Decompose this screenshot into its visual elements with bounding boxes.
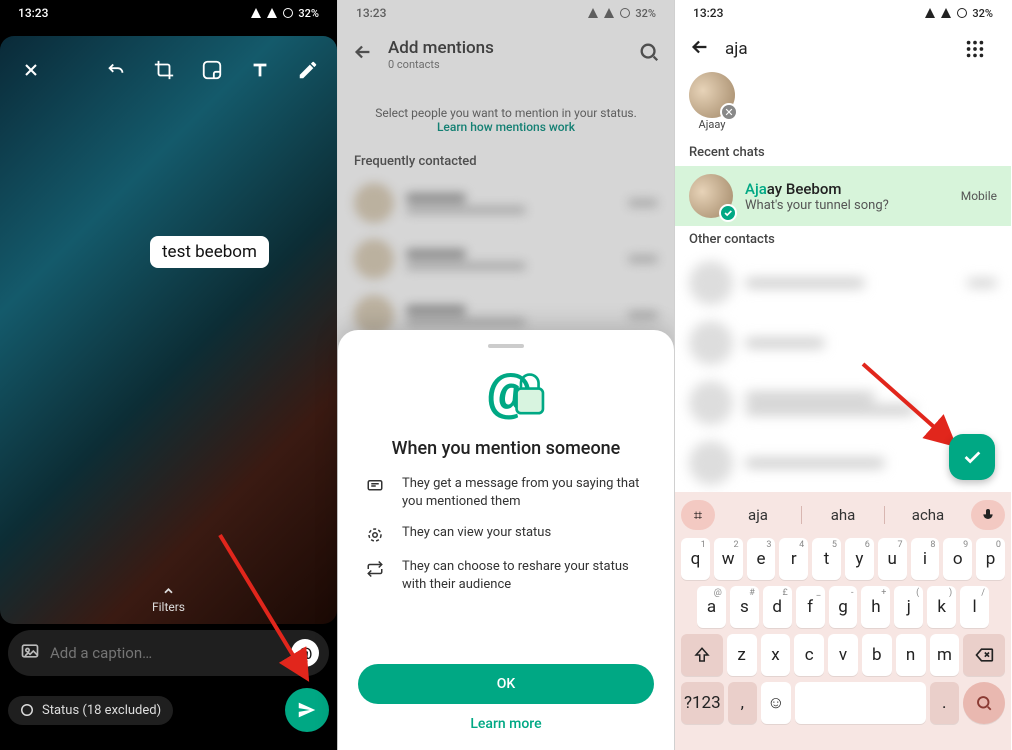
key-d[interactable]: d£ <box>763 586 792 628</box>
contact-row[interactable] <box>675 253 1011 313</box>
key-r[interactable]: r4 <box>779 538 808 580</box>
filters-handle[interactable]: Filters <box>152 584 185 614</box>
ok-button[interactable]: OK <box>358 664 654 704</box>
suggestion-chip[interactable]: acha <box>887 506 969 524</box>
draw-icon[interactable] <box>293 55 323 85</box>
suggestion-chip[interactable]: aja <box>717 506 799 524</box>
status-photo-preview: test beebom Filters <box>0 36 337 624</box>
numeric-key[interactable]: ?123 <box>681 682 724 724</box>
mention-button[interactable]: @ <box>291 639 319 667</box>
dialpad-icon[interactable] <box>961 34 989 64</box>
selected-contact-chip[interactable]: ✕ Ajaay <box>689 72 735 131</box>
message-icon <box>364 475 386 510</box>
keyboard-search-key[interactable] <box>963 682 1005 724</box>
undo-icon[interactable] <box>101 55 131 85</box>
key-l[interactable]: l/ <box>960 586 989 628</box>
key-c[interactable]: c <box>794 634 824 676</box>
key-a[interactable]: a@ <box>697 586 726 628</box>
backspace-key[interactable] <box>963 634 1005 676</box>
shift-key[interactable] <box>681 634 723 676</box>
status-icons: 32% <box>250 7 319 20</box>
mention-lock-icon: @ <box>358 362 654 424</box>
status-view-icon <box>364 524 386 544</box>
status-bar: 13:23 32% <box>0 0 337 26</box>
key-g[interactable]: g- <box>829 586 858 628</box>
soft-keyboard: ⌗ aja aha acha q1w2e3r4t5y6u7i8o9p0 a@s#… <box>675 492 1011 750</box>
comma-key[interactable]: , <box>728 682 757 724</box>
sticker-icon[interactable] <box>197 55 227 85</box>
key-p[interactable]: p0 <box>976 538 1005 580</box>
key-y[interactable]: y6 <box>845 538 874 580</box>
space-key[interactable] <box>795 682 926 724</box>
caption-input[interactable] <box>50 644 281 662</box>
key-x[interactable]: x <box>761 634 791 676</box>
learn-more-link[interactable]: Learn more <box>358 716 654 732</box>
status-bar: 13:23 32% <box>675 0 1011 26</box>
key-s[interactable]: s# <box>730 586 759 628</box>
key-h[interactable]: h+ <box>861 586 890 628</box>
key-j[interactable]: j( <box>894 586 923 628</box>
key-z[interactable]: z <box>727 634 757 676</box>
mention-info-sheet: @ When you mention someone They get a me… <box>338 330 674 750</box>
contact-row[interactable] <box>675 313 1011 373</box>
caption-bar: @ <box>8 630 329 676</box>
text-sticker[interactable]: test beebom <box>150 236 269 268</box>
crop-rotate-icon[interactable] <box>149 55 179 85</box>
send-button[interactable] <box>285 688 329 732</box>
key-e[interactable]: e3 <box>747 538 776 580</box>
key-m[interactable]: m <box>930 634 960 676</box>
text-icon[interactable] <box>245 55 275 85</box>
emoji-key[interactable]: ☺ <box>761 682 790 724</box>
suggestion-chip[interactable]: aha <box>801 506 885 524</box>
key-f[interactable]: f_ <box>796 586 825 628</box>
audience-chip[interactable]: Status (18 excluded) <box>8 696 173 725</box>
mic-icon[interactable] <box>971 500 1005 530</box>
sheet-heading: When you mention someone <box>358 438 654 459</box>
key-o[interactable]: o9 <box>943 538 972 580</box>
key-u[interactable]: u7 <box>878 538 907 580</box>
key-q[interactable]: q1 <box>681 538 710 580</box>
key-k[interactable]: k) <box>927 586 956 628</box>
section-recent: Recent chats <box>675 139 1011 166</box>
contact-row[interactable]: Ajaay Beebom What's your tunnel song? Mo… <box>675 166 1011 226</box>
key-i[interactable]: i8 <box>911 538 940 580</box>
period-key[interactable]: . <box>930 682 959 724</box>
search-input[interactable] <box>725 39 947 59</box>
key-v[interactable]: v <box>828 634 858 676</box>
section-other: Other contacts <box>675 226 1011 253</box>
key-t[interactable]: t5 <box>812 538 841 580</box>
key-n[interactable]: n <box>896 634 926 676</box>
close-icon[interactable] <box>14 53 48 87</box>
check-icon <box>719 204 737 222</box>
status-time: 13:23 <box>18 6 48 20</box>
gallery-icon[interactable] <box>20 641 40 665</box>
key-w[interactable]: w2 <box>714 538 743 580</box>
contact-row[interactable] <box>675 373 1011 433</box>
status-time: 13:23 <box>693 6 723 20</box>
status-icons: 32% <box>924 7 993 20</box>
reshare-icon <box>364 558 386 593</box>
key-b[interactable]: b <box>862 634 892 676</box>
sheet-handle[interactable] <box>488 344 524 348</box>
remove-icon[interactable]: ✕ <box>720 103 738 121</box>
keyboard-grid-icon[interactable]: ⌗ <box>681 500 715 530</box>
back-icon[interactable] <box>689 36 711 63</box>
confirm-fab[interactable] <box>949 434 995 480</box>
